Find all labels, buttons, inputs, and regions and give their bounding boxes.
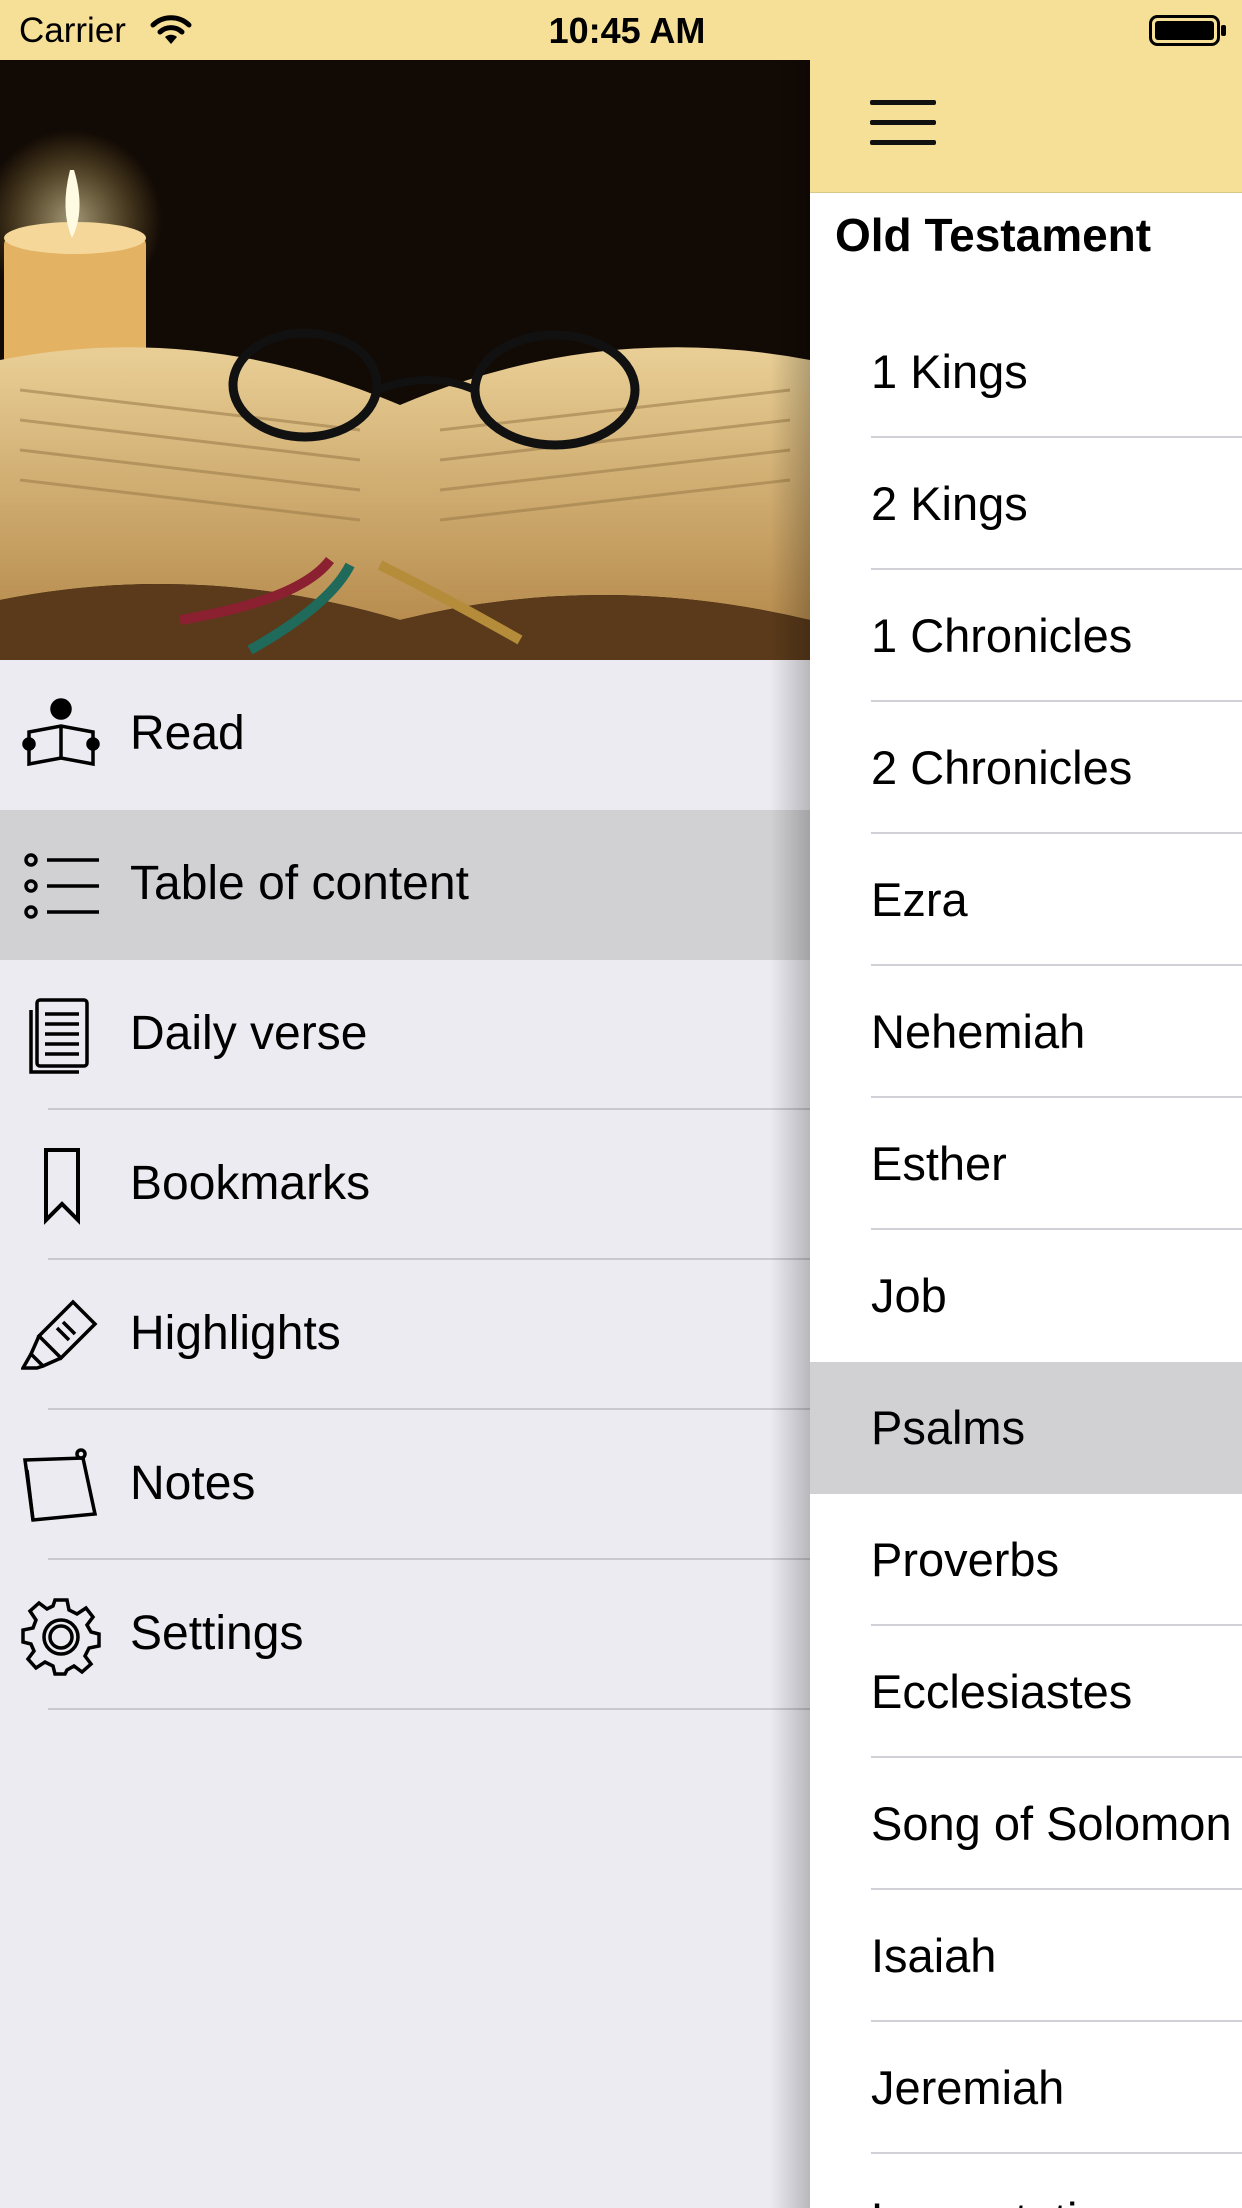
reader-icon (21, 696, 101, 776)
book-name: Song of Solomon (871, 1797, 1232, 1850)
menu-item-label: Notes (130, 1457, 256, 1510)
book-row-nehemiah[interactable]: Nehemiah (810, 966, 1242, 1098)
book-name: Jeremiah (871, 2061, 1065, 2114)
status-bar: Carrier 10:45 AM (0, 0, 1242, 60)
highlighter-icon (19, 1296, 101, 1376)
menu-item-label: Table of content (130, 857, 469, 910)
book-row-esther[interactable]: Esther (810, 1098, 1242, 1230)
battery-icon (1149, 15, 1227, 52)
menu-item-label: Daily verse (130, 1007, 368, 1060)
book-row-isaiah[interactable]: Isaiah (810, 1890, 1242, 2022)
menu-item-table-of-content[interactable]: Table of content (0, 810, 810, 960)
book-row-lamentations[interactable]: Lamentations (810, 2154, 1242, 2208)
book-name: 2 Kings (871, 477, 1028, 530)
side-menu: Read Table of content Daily verse Bookma… (0, 60, 810, 2208)
book-row-jeremiah[interactable]: Jeremiah (810, 2022, 1242, 2154)
panel-shadow (770, 0, 810, 2208)
book-name: 1 Kings (871, 345, 1028, 398)
book-name: Lamentations (871, 2192, 1153, 2208)
hamburger-menu-icon[interactable] (870, 100, 936, 148)
menu-list: Read Table of content Daily verse Bookma… (0, 660, 810, 1710)
book-name: Isaiah (871, 1929, 997, 1982)
book-name: Job (871, 1269, 947, 1322)
table-of-content-panel: Old Testament 1 Kings 2 Kings 1 Chronicl… (810, 0, 1242, 2208)
book-row-ezra[interactable]: Ezra (810, 834, 1242, 966)
book-row-2-chronicles[interactable]: 2 Chronicles (810, 702, 1242, 834)
header-image-bible-candle (0, 60, 810, 660)
book-row-proverbs[interactable]: Proverbs (810, 1494, 1242, 1626)
clock: 10:45 AM (548, 10, 706, 51)
book-row-2-kings[interactable]: 2 Kings (810, 438, 1242, 570)
book-name: Ezra (871, 873, 968, 926)
gear-icon (21, 1596, 101, 1676)
menu-item-daily-verse[interactable]: Daily verse (0, 960, 810, 1110)
book-row-job[interactable]: Job (810, 1230, 1242, 1362)
menu-item-label: Settings (130, 1607, 304, 1660)
book-name: 1 Chronicles (871, 609, 1133, 662)
book-row-song-of-solomon[interactable]: Song of Solomon (810, 1758, 1242, 1890)
book-row-1-chronicles[interactable]: 1 Chronicles (810, 570, 1242, 702)
bookmark-icon (21, 1146, 101, 1226)
menu-item-read[interactable]: Read (0, 660, 810, 810)
note-icon (21, 1446, 101, 1526)
book-list: 1 Kings 2 Kings 1 Chronicles 2 Chronicle… (810, 306, 1242, 2208)
menu-item-label: Read (130, 707, 245, 760)
book-name: Ecclesiastes (871, 1665, 1133, 1718)
book-name: 2 Chronicles (871, 741, 1133, 794)
menu-item-settings[interactable]: Settings (0, 1560, 810, 1710)
menu-item-bookmarks[interactable]: Bookmarks (0, 1110, 810, 1260)
book-name: Nehemiah (871, 1005, 1086, 1058)
menu-item-highlights[interactable]: Highlights (0, 1260, 810, 1410)
divider (48, 1708, 810, 1710)
document-icon (21, 996, 101, 1076)
menu-item-notes[interactable]: Notes (0, 1410, 810, 1560)
book-name: Proverbs (871, 1533, 1060, 1586)
book-row-ecclesiastes[interactable]: Ecclesiastes (810, 1626, 1242, 1758)
menu-item-label: Highlights (130, 1307, 341, 1360)
book-name: Esther (871, 1137, 1007, 1190)
book-row-psalms[interactable]: Psalms (810, 1362, 1242, 1494)
book-name: Psalms (871, 1401, 1026, 1454)
book-row-1-kings[interactable]: 1 Kings (810, 306, 1242, 438)
menu-item-label: Bookmarks (130, 1157, 371, 1210)
section-header: Old Testament (835, 209, 1152, 261)
list-icon (21, 846, 101, 926)
